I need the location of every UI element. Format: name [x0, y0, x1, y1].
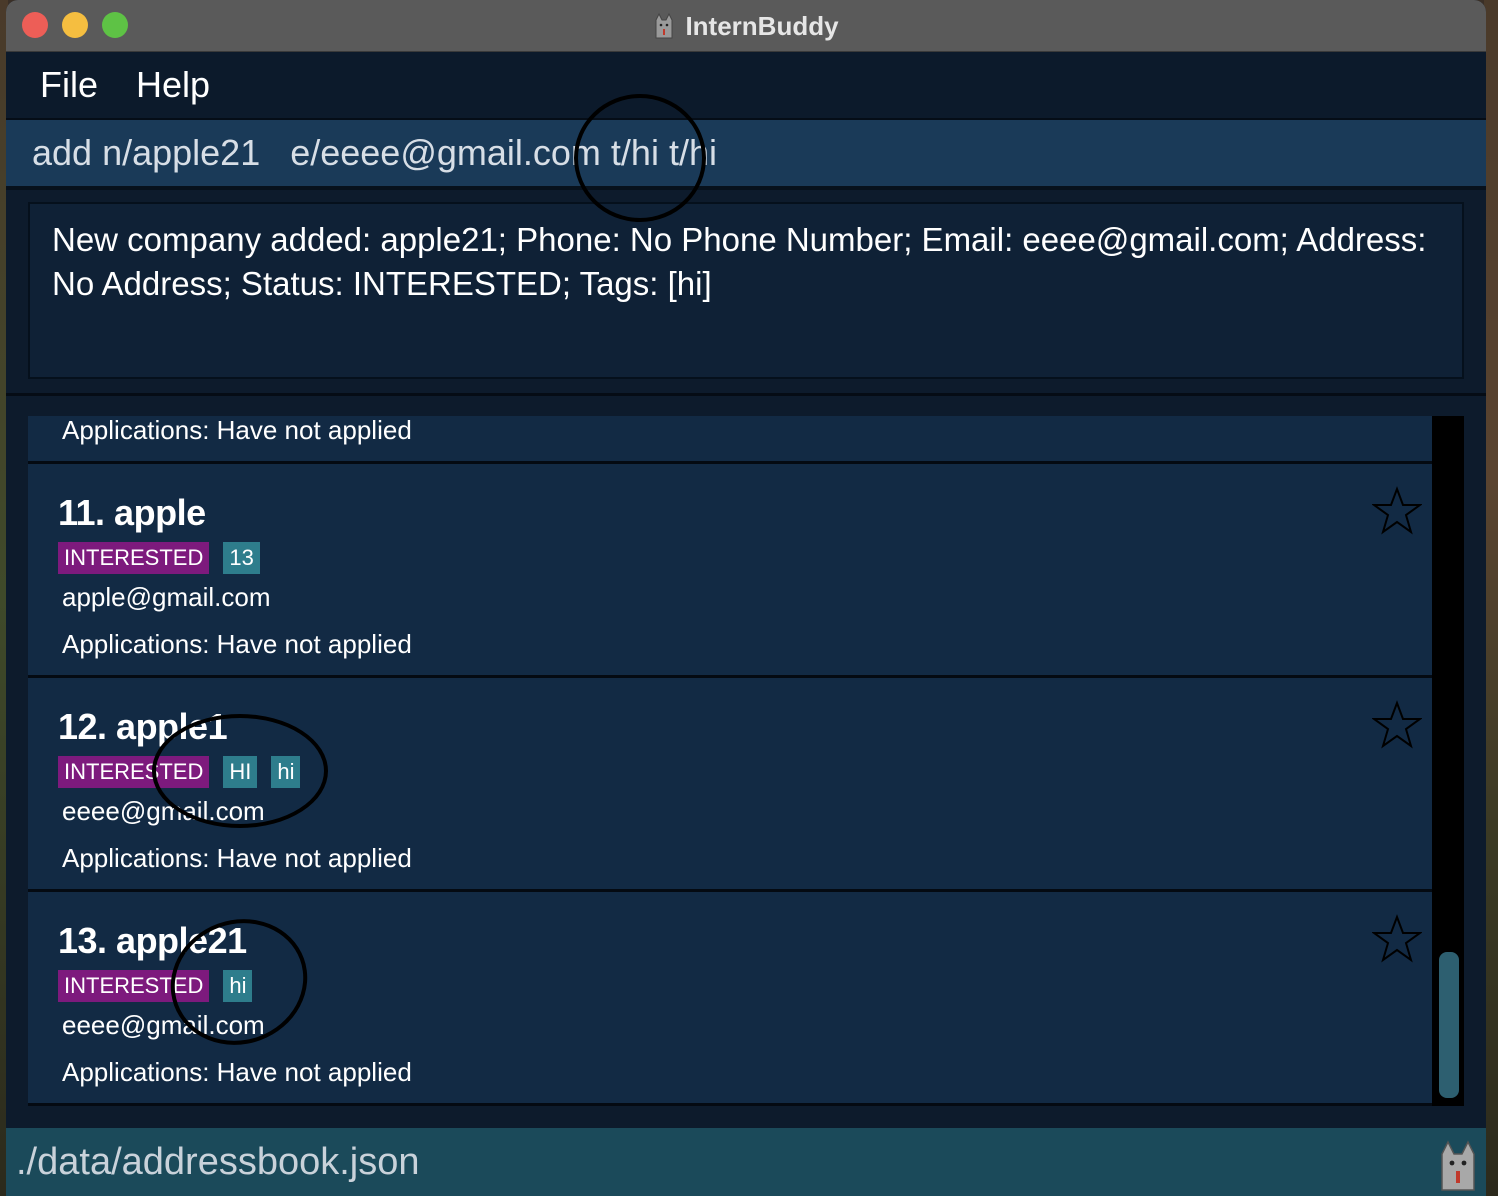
status-badge: INTERESTED — [58, 970, 210, 1002]
list-item[interactable]: 11. apple INTERESTED 13 apple@gmail.com … — [28, 464, 1432, 678]
list-item[interactable]: Applications: Have not applied — [28, 416, 1432, 464]
result-display-panel: New company added: apple21; Phone: No Ph… — [6, 190, 1486, 396]
tag-badge: 13 — [223, 542, 260, 574]
list-scrollbar[interactable] — [1432, 416, 1464, 1106]
window-title: InternBuddy — [685, 10, 839, 41]
result-display: New company added: apple21; Phone: No Ph… — [28, 202, 1464, 379]
company-applications: Applications: Have not applied — [62, 629, 412, 659]
data-file-path: ./data/addressbook.json — [16, 1140, 420, 1183]
menu-file[interactable]: File — [40, 64, 98, 106]
tag-badge: HI — [223, 756, 258, 788]
list-scrollbar-thumb[interactable] — [1439, 952, 1459, 1098]
cat-icon — [1436, 1138, 1480, 1192]
star-outline-icon[interactable] — [1372, 914, 1422, 964]
company-name: 12. apple1 — [58, 706, 228, 747]
company-name: 13. apple21 — [58, 920, 247, 961]
status-bar: ./data/addressbook.json — [6, 1128, 1486, 1196]
tag-badge: hi — [223, 970, 253, 1002]
menu-help[interactable]: Help — [136, 64, 210, 106]
result-message: New company added: apple21; Phone: No Ph… — [52, 221, 1427, 302]
title-bar[interactable]: InternBuddy — [6, 0, 1486, 52]
company-applications: Applications: Have not applied — [62, 1057, 412, 1087]
command-input-value[interactable]: add n/apple21 e/eeee@gmail.com t/hi t/hi — [32, 132, 717, 174]
company-email: eeee@gmail.com — [62, 796, 265, 826]
star-outline-icon[interactable] — [1372, 486, 1422, 536]
desktop-background-right — [1484, 0, 1498, 1196]
company-list[interactable]: Applications: Have not applied 11. apple… — [28, 416, 1464, 1106]
cat-icon — [653, 12, 675, 40]
status-badge: INTERESTED — [58, 756, 210, 788]
company-email: eeee@gmail.com — [62, 1010, 265, 1040]
tag-badge: hi — [271, 756, 301, 788]
command-input[interactable]: add n/apple21 e/eeee@gmail.com t/hi t/hi — [6, 120, 1486, 190]
company-email: apple@gmail.com — [62, 582, 271, 612]
menu-bar: File Help — [6, 52, 1486, 120]
company-name: 11. apple — [58, 492, 206, 533]
star-outline-icon[interactable] — [1372, 700, 1422, 750]
company-applications: Applications: Have not applied — [62, 416, 412, 445]
company-applications: Applications: Have not applied — [62, 843, 412, 873]
status-badge: INTERESTED — [58, 542, 210, 574]
list-item[interactable]: 13. apple21 INTERESTED hi eeee@gmail.com… — [28, 892, 1432, 1106]
list-item[interactable]: 12. apple1 INTERESTED HI hi eeee@gmail.c… — [28, 678, 1432, 892]
company-list-panel: Applications: Have not applied 11. apple… — [6, 416, 1486, 1126]
app-window: InternBuddy File Help add n/apple21 e/ee… — [6, 0, 1486, 1196]
